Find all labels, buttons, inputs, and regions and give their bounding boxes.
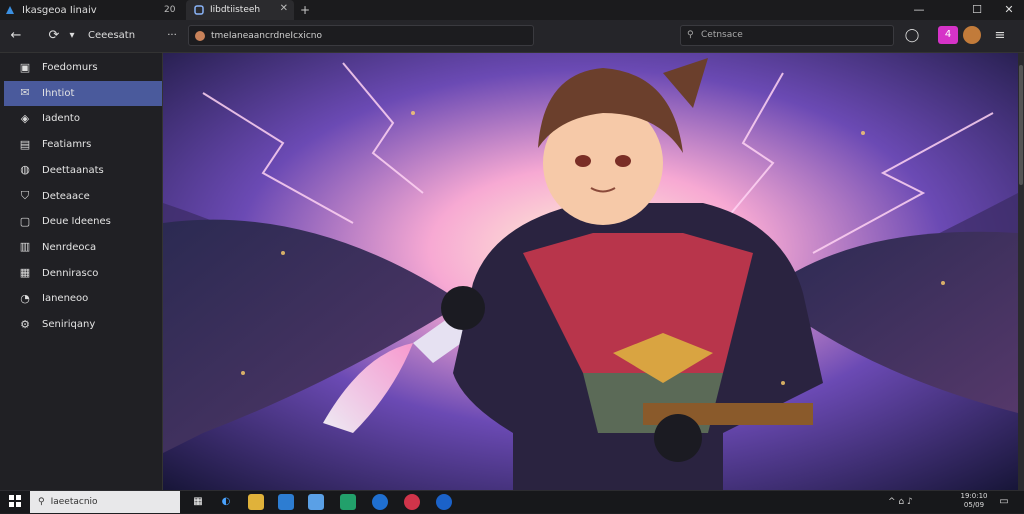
grid-icon: ▦ [19,266,31,280]
taskbar-search-text: Iaeetacnio [50,497,98,507]
taskbar-search-input[interactable]: ⚲ Iaeetacnio [30,491,180,513]
clock[interactable]: 19:0:10 05/09 [958,492,990,510]
tab-favicon-icon [194,5,204,15]
sidebar-item-label: Deettaanats [42,164,104,176]
sidebar-item-2[interactable]: ✉ Ihntiot [4,80,162,106]
sidebar-item-11[interactable]: ⚙ Seniriqany [4,312,162,337]
windows-logo-icon[interactable] [7,494,23,510]
sidebar-item-label: Seniriqany [42,319,96,330]
nav-label[interactable]: Ceeesatn [88,20,135,52]
circle-icon: ◔ [20,291,30,305]
mail-icon[interactable] [436,494,452,510]
sidebar-item-label: Featiamrs [42,139,92,151]
browser-icon[interactable] [372,494,388,510]
clock-time: 19:0:10 [960,492,988,500]
sidebar-item-8[interactable]: ▥ Nenrdeoca [4,235,162,260]
bookmark-icon: ▥ [19,240,31,254]
sidebar-item-1[interactable]: ▣ Foedomurs [4,55,162,80]
extension-icon[interactable]: 4 [938,26,958,44]
search-placeholder: Cetnsace [701,30,743,40]
site-icon [195,30,205,41]
sidebar-item-label: Iadento [42,113,80,125]
sidebar-item-label: Deue Ideenes [42,216,111,228]
avatar[interactable] [963,26,981,44]
sidebar-item-3[interactable]: ◈ Iadento [4,106,162,131]
sidebar-item-label: Ihntiot [42,87,75,99]
tab-title: Iibdtiisteeh [210,5,261,15]
search-icon: ⚲ [687,30,694,40]
new-tab-button[interactable]: + [300,0,310,20]
title-bar: Ikasgeoa Iinaiv 20 Iibdtiisteeh ✕ + — ☐ … [0,0,1024,20]
search-input[interactable]: ⚲ Cetnsace [680,25,894,46]
document-icon: ▤ [19,137,31,151]
url-text: tmeIaneaancrdneIcxicno [211,30,323,41]
more-icon[interactable]: ··· [162,26,182,46]
app-title-text: Ikasgeoa Iinaiv [22,4,97,16]
chat-icon[interactable]: ◯ [902,26,922,46]
task-view-icon[interactable]: ▦ [190,494,206,510]
chevron-down-icon[interactable]: ▾ [62,26,82,46]
hero-artwork-image [163,53,1018,490]
security-icon[interactable] [340,494,356,510]
sidebar-item-label: Nenrdeoca [42,241,97,253]
tab-active[interactable]: Iibdtiisteeh ✕ [186,0,294,20]
scrollbar-thumb[interactable] [1019,65,1023,185]
taskbar: ⚲ Iaeetacnio ▦ ◐ ^ ⌂ ♪ 19:0:10 05/09 ▭ [0,490,1024,513]
search-icon: ⚲ [38,497,45,507]
globe-icon: ◍ [20,163,30,177]
mail-icon: ✉ [20,86,30,100]
sidebar-item-9[interactable]: ▦ Dennirasco [4,261,162,286]
close-button[interactable]: ✕ [994,0,1024,20]
menu-icon[interactable]: ≡ [990,26,1010,46]
clock-date: 05/09 [963,501,985,509]
sidebar-item-5[interactable]: ◍ Deettaanats [4,158,162,183]
tab-close-icon[interactable]: ✕ [280,3,288,14]
store-icon[interactable] [278,494,294,510]
app-icon[interactable] [308,494,324,510]
sidebar-item-label: Ianeneoo [42,293,89,305]
maximize-button[interactable]: ☐ [962,0,992,20]
sidebar-item-10[interactable]: ◔ Ianeneoo [4,286,162,311]
settings-icon: ⚙ [20,317,30,331]
sidebar-item-6[interactable]: ⛉ Deteaace [4,184,162,209]
scrollbar[interactable] [1018,53,1024,490]
tab-count[interactable]: 20 [164,0,175,20]
sidebar-item-7[interactable]: ▢ Deue Ideenes [4,209,162,234]
back-icon[interactable]: ← [6,26,26,46]
media-icon[interactable] [404,494,420,510]
edge-icon[interactable]: ◐ [218,494,234,510]
sidebar-item-label: Deteaace [42,190,90,202]
browser-logo-icon [6,6,14,14]
sidebar-item-label: Dennirasco [42,267,99,279]
sidebar-item-4[interactable]: ▤ Featiamrs [4,132,162,157]
address-bar[interactable]: tmeIaneaancrdneIcxicno [188,25,534,46]
refresh-icon[interactable]: ⟳ [44,26,64,46]
notifications-icon[interactable]: ▭ [996,494,1012,510]
file-icon: ▢ [19,214,31,228]
tag-icon: ◈ [20,111,30,125]
folder-icon: ▣ [19,60,31,74]
sidebar-item-label: Foedomurs [42,62,98,73]
system-tray[interactable]: ^ ⌂ ♪ [888,491,913,513]
app-title: Ikasgeoa Iinaiv [4,0,97,20]
minimize-button[interactable]: — [904,0,934,20]
file-explorer-icon[interactable] [248,494,264,510]
shield-icon: ⛉ [20,189,30,202]
